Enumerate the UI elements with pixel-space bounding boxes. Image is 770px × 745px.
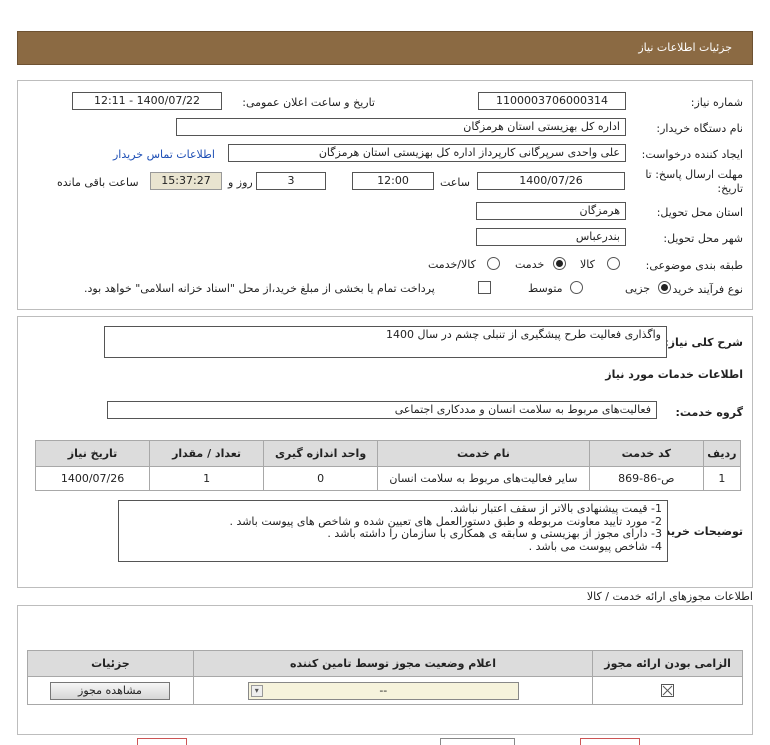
permits-table: الزامی بودن ارائه مجوز اعلام وضعیت مجوز … (27, 650, 743, 705)
col-row-number: ردیف (702, 440, 742, 467)
col-service-name: نام خدمت (377, 440, 590, 467)
requester-field: علی واحدی سرپرگانی کارپرداز اداره کل بهز… (228, 144, 626, 162)
delivery-province-label: استان محل تحویل: (656, 206, 743, 219)
announce-datetime-label: تاریخ و ساعت اعلان عمومی: (242, 96, 375, 109)
category-radio-service[interactable] (553, 257, 566, 270)
table-row: 1 ص-86-869 سایر فعالیت‌های مربوط به سلام… (34, 466, 742, 491)
permit-status-select[interactable]: -- ▾ (247, 682, 519, 700)
permit-status-value: -- (379, 684, 388, 697)
buyer-note-line: 1- قیمت پیشنهادی بالاتر از سقف اعتبار نب… (449, 502, 662, 515)
purchase-option-medium: متوسط (528, 282, 563, 295)
delivery-city-label: شهر محل تحویل: (663, 232, 743, 245)
category-option-goods-service: کالا/خدمت (428, 258, 476, 271)
services-table: ردیف کد خدمت نام خدمت واحد اندازه گیری ت… (34, 440, 742, 491)
page-header: جزئیات اطلاعات نیاز (17, 31, 753, 65)
deadline-time-label: ساعت (440, 176, 470, 189)
service-group-field: فعالیت‌های مربوط به سلامت انسان و مددکار… (107, 401, 657, 419)
services-table-header: ردیف کد خدمت نام خدمت واحد اندازه گیری ت… (34, 440, 742, 467)
category-label: طبقه بندی موضوعی: (645, 259, 743, 272)
category-option-service: خدمت (515, 258, 545, 271)
buyer-org-field: اداره کل بهزیستی استان هرمزگان (176, 118, 626, 136)
bottom-button-middle[interactable] (440, 738, 515, 745)
cell-service-name: سایر فعالیت‌های مربوط به سلامت انسان (377, 466, 590, 491)
remaining-time-field: 15:37:27 (150, 172, 222, 190)
deadline-days-label: روز و (228, 176, 253, 189)
deadline-date-field: 1400/07/26 (477, 172, 625, 190)
col-permit-details: جزئیات (27, 650, 194, 677)
permits-title: اطلاعات مجوزهای ارائه خدمت / کالا (586, 590, 753, 603)
treasury-payment-note: پرداخت تمام یا بخشی از مبلغ خرید،از محل … (84, 282, 435, 295)
need-number-field: 1100003706000314 (478, 92, 626, 110)
permits-table-header: الزامی بودن ارائه مجوز اعلام وضعیت مجوز … (27, 650, 743, 677)
col-unit: واحد اندازه گیری (263, 440, 379, 467)
cell-need-date: 1400/07/26 (34, 466, 151, 491)
category-radio-goods-service[interactable] (487, 257, 500, 270)
buyer-org-label: نام دستگاه خریدار: (656, 122, 743, 135)
deadline-time-field: 12:00 (352, 172, 434, 190)
col-need-date: تاریخ نیاز (34, 440, 151, 467)
announce-datetime-field: 1400/07/22 - 12:11 (72, 92, 222, 110)
remaining-time-label: ساعت باقی مانده (57, 176, 139, 189)
cell-permit-status: -- ▾ (192, 676, 594, 705)
purchase-radio-minor[interactable] (658, 281, 671, 294)
cell-unit: 0 (263, 466, 379, 491)
page-title: جزئیات اطلاعات نیاز (638, 41, 732, 54)
table-row: -- ▾ مشاهده مجوز (27, 676, 743, 705)
buyer-contact-link[interactable]: اطلاعات تماس خریدار (113, 148, 215, 161)
cell-quantity: 1 (149, 466, 265, 491)
deadline-days-field: 3 (256, 172, 326, 190)
deadline-label: مهلت ارسال پاسخ: تا تاریخ: (645, 168, 743, 195)
need-number-label: شماره نیاز: (690, 96, 743, 109)
purchase-option-minor: جزیی (625, 282, 651, 295)
col-service-code: کد خدمت (588, 440, 704, 467)
requester-label: ایجاد کننده درخواست: (641, 148, 743, 161)
view-permit-button[interactable]: مشاهده مجوز (50, 682, 170, 700)
cell-row-number: 1 (702, 466, 742, 491)
col-permit-required: الزامی بودن ارائه مجوز (592, 650, 743, 677)
purchase-type-label: نوع فرآیند خرید : (665, 283, 743, 296)
cell-permit-required (592, 676, 743, 705)
category-option-goods: کالا (580, 258, 595, 271)
services-title: اطلاعات خدمات مورد نیاز (605, 368, 743, 381)
col-permit-status: اعلام وضعیت مجوز توسط تامین کننده (192, 650, 594, 677)
summary-field: واگذاری فعالیت طرح پیشگیری از تنبلی چشم … (104, 326, 667, 358)
treasury-payment-checkbox[interactable] (478, 281, 491, 294)
cell-service-code: ص-86-869 (588, 466, 704, 491)
delivery-city-field: بندرعباس (476, 228, 626, 246)
category-radio-goods[interactable] (607, 257, 620, 270)
bottom-button-right[interactable] (580, 738, 640, 745)
summary-label: شرح کلی نیاز: (664, 336, 743, 349)
buyer-note-line: 4- شاخص پیوست می باشد . (528, 539, 662, 553)
purchase-radio-medium[interactable] (570, 281, 583, 294)
service-group-label: گروه خدمت: (675, 406, 743, 419)
permit-required-checkbox (661, 684, 675, 698)
buyer-notes-box: 1- قیمت پیشنهادی بالاتر از سقف اعتبار نب… (118, 500, 668, 562)
buyer-note-line: 3- دارای مجوز از بهزیستی و سابقه ی همکار… (327, 527, 662, 540)
bottom-button-left[interactable] (137, 738, 187, 745)
chevron-down-icon: ▾ (250, 685, 263, 697)
delivery-province-field: هرمزگان (476, 202, 626, 220)
cell-permit-details: مشاهده مجوز (27, 676, 194, 705)
col-quantity: تعداد / مقدار (149, 440, 265, 467)
